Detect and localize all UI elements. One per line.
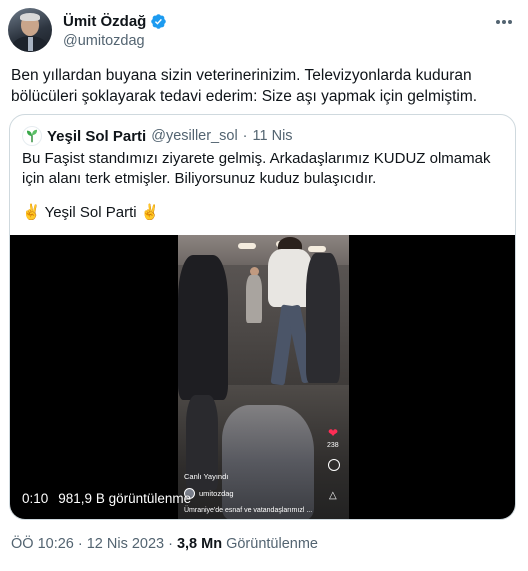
live-share-icon: △ bbox=[329, 490, 337, 501]
author-display-name[interactable]: Ümit Özdağ bbox=[63, 13, 146, 30]
quoted-tweet-date[interactable]: 11 Nis bbox=[253, 128, 293, 144]
tweet-header: Ümit Özdağ @umitozdag bbox=[8, 8, 520, 56]
video-time: 0:10 bbox=[22, 491, 49, 506]
live-like-count: 238 bbox=[327, 442, 339, 449]
tweet-date[interactable]: 12 Nis 2023 bbox=[87, 536, 164, 552]
tweet: Ümit Özdağ @umitozdag Ben yıllardan buya… bbox=[0, 0, 528, 571]
live-status-label: Canlı Yayındı bbox=[184, 472, 229, 481]
live-caption: Ümraniye'de esnaf ve vatandaşlarımızl ..… bbox=[184, 507, 313, 514]
avatar-tie bbox=[28, 37, 33, 51]
author-name-block: Ümit Özdağ @umitozdag bbox=[63, 11, 167, 49]
tweet-footer: ÖÖ 10:26 · 12 Nis 2023 · 3,8 Mn Görüntül… bbox=[11, 536, 318, 552]
separator-dot: · bbox=[77, 536, 83, 552]
tweet-time[interactable]: ÖÖ 10:26 bbox=[11, 536, 74, 552]
author-avatar[interactable] bbox=[8, 8, 52, 52]
display-name-row: Ümit Özdağ bbox=[63, 11, 167, 31]
live-comment-icon bbox=[328, 459, 340, 471]
views-label: Görüntülenme bbox=[226, 536, 318, 552]
views-count: 3,8 Mn bbox=[176, 536, 223, 552]
quoted-tweet-signature: ✌️ Yeşil Sol Parti ✌️ bbox=[22, 204, 160, 221]
live-heart-icon: ❤ bbox=[328, 426, 339, 440]
avatar-hair bbox=[20, 13, 40, 21]
quoted-author-handle[interactable]: @yesiller_sol bbox=[151, 128, 237, 144]
scene-person bbox=[306, 253, 340, 383]
more-options-icon[interactable] bbox=[492, 10, 516, 34]
quoted-tweet-header: Yeşil Sol Parti @yesiller_sol · 11 Nis bbox=[22, 126, 293, 146]
scene-person bbox=[246, 275, 262, 323]
verified-badge-icon bbox=[150, 13, 167, 30]
sapling-logo-icon bbox=[26, 129, 38, 143]
separator-dot: · bbox=[168, 536, 173, 552]
video-frame: ❤ 238 △ Canlı Yayındı umitozdag Ümraniye… bbox=[178, 235, 349, 519]
scene-light bbox=[238, 243, 256, 249]
more-dot bbox=[496, 20, 500, 24]
author-handle[interactable]: @umitozdag bbox=[63, 33, 167, 49]
scene-person bbox=[178, 255, 228, 400]
scene-puddle bbox=[222, 405, 314, 519]
quoted-author-avatar[interactable] bbox=[22, 126, 42, 146]
video-views: 981,9 B görüntülenme bbox=[58, 491, 192, 506]
separator-dot: · bbox=[242, 128, 248, 144]
quoted-tweet-text: Bu Faşist standımızı ziyarete gelmiş. Ar… bbox=[22, 150, 491, 187]
video-meta: 0:10 981,9 B görüntülenme bbox=[22, 491, 191, 506]
video-player[interactable]: ❤ 238 △ Canlı Yayındı umitozdag Ümraniye… bbox=[10, 235, 515, 519]
quoted-tweet[interactable]: Yeşil Sol Parti @yesiller_sol · 11 Nis B… bbox=[9, 114, 516, 520]
more-dot bbox=[502, 20, 506, 24]
more-dot bbox=[508, 20, 512, 24]
quoted-author-name[interactable]: Yeşil Sol Parti bbox=[47, 128, 146, 145]
tweet-text: Ben yıllardan buyana sizin veterineriniz… bbox=[11, 67, 478, 105]
live-user-name: umitozdag bbox=[199, 489, 234, 498]
scene-light bbox=[308, 246, 326, 252]
